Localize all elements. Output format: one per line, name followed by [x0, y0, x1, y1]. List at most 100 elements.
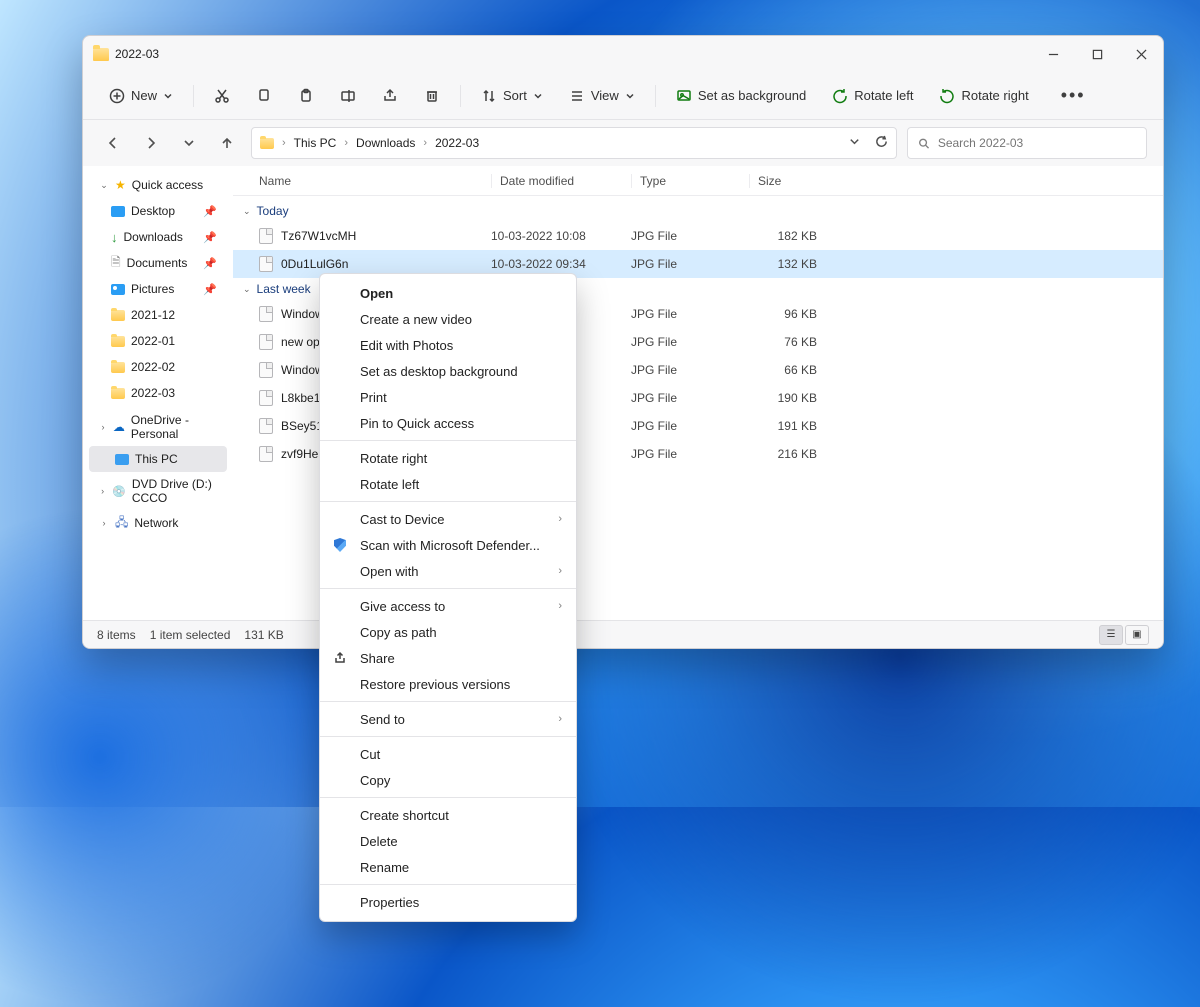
context-menu-item[interactable]: Rename	[320, 854, 576, 880]
breadcrumb-seg[interactable]: 2022-03	[435, 136, 479, 150]
sidebar-dvd-drive[interactable]: ›💿DVD Drive (D:) CCCO	[89, 478, 227, 504]
copy-button[interactable]	[246, 83, 282, 109]
sidebar-item-desktop[interactable]: Desktop📌	[89, 198, 227, 224]
chevron-right-icon: ›	[99, 518, 109, 528]
more-button[interactable]: •••	[1045, 80, 1102, 111]
file-type: JPG File	[631, 447, 749, 461]
context-menu-item[interactable]: Rotate right	[320, 445, 576, 471]
new-button[interactable]: New	[99, 83, 183, 109]
sidebar-network[interactable]: ›🖧Network	[89, 510, 227, 536]
context-menu-separator	[320, 701, 576, 702]
delete-button[interactable]	[414, 83, 450, 109]
explorer-body: ⌄ ★ Quick access Desktop📌 ↓Downloads📌 🗎D…	[83, 166, 1163, 620]
chevron-right-icon: ›	[558, 513, 562, 525]
new-label: New	[131, 88, 157, 103]
sidebar-item-folder[interactable]: 2022-03	[89, 380, 227, 406]
context-menu-label: Print	[360, 390, 387, 405]
context-menu-item[interactable]: Cast to Device›	[320, 506, 576, 532]
context-menu-item[interactable]: Copy	[320, 767, 576, 793]
network-icon: 🖧	[115, 513, 128, 534]
view-details-button[interactable]: ☰	[1099, 625, 1123, 645]
document-icon: 🗎	[111, 253, 121, 274]
disc-icon: 💿	[112, 485, 126, 498]
context-menu-item[interactable]: Create shortcut	[320, 802, 576, 828]
sidebar-this-pc[interactable]: ›This PC	[89, 446, 227, 472]
sidebar-item-folder[interactable]: 2022-02	[89, 354, 227, 380]
sidebar-label: This PC	[135, 452, 178, 466]
column-name[interactable]: Name	[259, 174, 491, 188]
context-menu-label: Rename	[360, 860, 409, 875]
context-menu-item[interactable]: Properties	[320, 889, 576, 915]
rename-button[interactable]	[330, 83, 366, 109]
context-menu-item[interactable]: Cut	[320, 741, 576, 767]
share-button[interactable]	[372, 83, 408, 109]
sidebar-onedrive[interactable]: ›☁OneDrive - Personal	[89, 414, 227, 440]
context-menu-item[interactable]: Share	[320, 645, 576, 671]
maximize-button[interactable]	[1089, 46, 1105, 62]
sidebar-quick-access[interactable]: ⌄ ★ Quick access	[89, 172, 227, 198]
recent-locations-button[interactable]	[175, 129, 203, 157]
sidebar-item-label: 2022-03	[131, 386, 175, 400]
context-menu-item[interactable]: Give access to›	[320, 593, 576, 619]
context-menu-item[interactable]: Restore previous versions	[320, 671, 576, 697]
nav-row: › This PC › Downloads › 2022-03	[83, 120, 1163, 166]
sidebar-item-documents[interactable]: 🗎Documents📌	[89, 250, 227, 276]
context-menu-item[interactable]: Print	[320, 384, 576, 410]
view-label: View	[591, 88, 619, 103]
paste-button[interactable]	[288, 83, 324, 109]
search-input[interactable]	[938, 136, 1136, 150]
sidebar-item-label: Pictures	[131, 282, 174, 296]
sidebar-item-downloads[interactable]: ↓Downloads📌	[89, 224, 227, 250]
context-menu-item[interactable]: Scan with Microsoft Defender...	[320, 532, 576, 558]
rotate-left-button[interactable]: Rotate left	[822, 83, 923, 109]
file-icon	[259, 418, 273, 434]
context-menu-separator	[320, 736, 576, 737]
column-date[interactable]: Date modified	[491, 174, 631, 188]
file-type: JPG File	[631, 335, 749, 349]
column-size[interactable]: Size	[749, 174, 827, 188]
minimize-button[interactable]	[1045, 46, 1061, 62]
group-header[interactable]: ⌄Today	[233, 200, 1163, 222]
context-menu-label: Set as desktop background	[360, 364, 518, 379]
cut-button[interactable]	[204, 83, 240, 109]
breadcrumb-seg[interactable]: Downloads	[356, 136, 415, 150]
chevron-down-icon: ⌄	[99, 180, 109, 191]
context-menu-item[interactable]: Set as desktop background	[320, 358, 576, 384]
context-menu-label: Cut	[360, 747, 380, 762]
context-menu-item[interactable]: Open with›	[320, 558, 576, 584]
context-menu-item[interactable]: Edit with Photos	[320, 332, 576, 358]
context-menu-item[interactable]: Open	[320, 280, 576, 306]
address-bar[interactable]: › This PC › Downloads › 2022-03	[251, 127, 897, 159]
forward-button[interactable]	[137, 129, 165, 157]
back-button[interactable]	[99, 129, 127, 157]
address-dropdown-button[interactable]	[848, 135, 861, 151]
set-background-button[interactable]: Set as background	[666, 83, 816, 109]
context-menu-item[interactable]: Send to›	[320, 706, 576, 732]
context-menu-label: Scan with Microsoft Defender...	[360, 538, 540, 553]
close-button[interactable]	[1133, 46, 1149, 62]
context-menu-separator	[320, 440, 576, 441]
view-icons-button[interactable]: ▣	[1125, 625, 1149, 645]
context-menu-item[interactable]: Rotate left	[320, 471, 576, 497]
file-name: 0Du1LulG6n	[281, 257, 348, 271]
context-menu-label: Share	[360, 651, 395, 666]
up-button[interactable]	[213, 129, 241, 157]
column-type[interactable]: Type	[631, 174, 749, 188]
sidebar-item-label: 2021-12	[131, 308, 175, 322]
sort-button[interactable]: Sort	[471, 83, 553, 109]
context-menu-item[interactable]: Create a new video	[320, 306, 576, 332]
context-menu-item[interactable]: Pin to Quick access	[320, 410, 576, 436]
file-row[interactable]: Tz67W1vcMH10-03-2022 10:08JPG File182 KB	[233, 222, 1163, 250]
breadcrumb-seg[interactable]: This PC	[294, 136, 337, 150]
sidebar-item-folder[interactable]: 2022-01	[89, 328, 227, 354]
context-menu-item[interactable]: Copy as path	[320, 619, 576, 645]
context-menu-item[interactable]: Delete	[320, 828, 576, 854]
refresh-button[interactable]	[875, 135, 888, 151]
search-box[interactable]	[907, 127, 1147, 159]
view-button[interactable]: View	[559, 83, 645, 109]
sidebar-item-pictures[interactable]: Pictures📌	[89, 276, 227, 302]
rotate-right-button[interactable]: Rotate right	[929, 83, 1038, 109]
desktop-icon	[111, 206, 125, 217]
sidebar-item-folder[interactable]: 2021-12	[89, 302, 227, 328]
sidebar: ⌄ ★ Quick access Desktop📌 ↓Downloads📌 🗎D…	[83, 166, 233, 620]
